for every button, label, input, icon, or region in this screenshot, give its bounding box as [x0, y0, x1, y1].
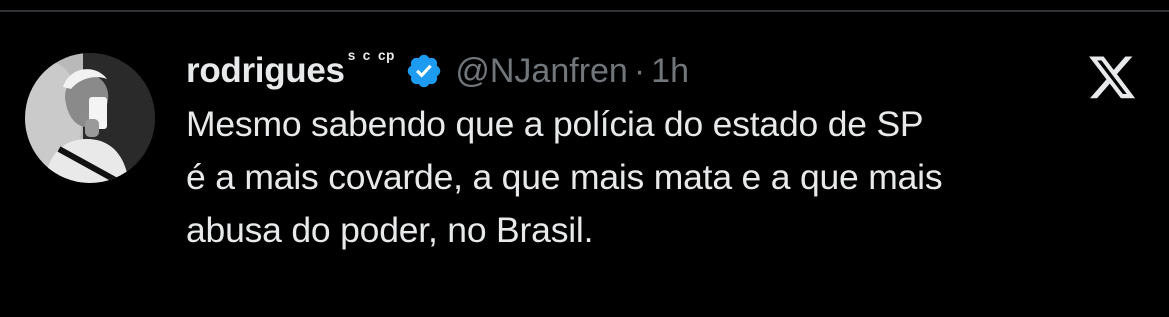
display-name[interactable]: rodrigues: [186, 51, 345, 91]
avatar[interactable]: [25, 53, 155, 183]
separator-dot: ·: [633, 51, 646, 90]
timestamp[interactable]: 1h: [651, 52, 689, 91]
tweet-header: rodrigues ˢ ᶜ ᶜᵖ @NJanfren · 1h: [186, 46, 689, 96]
avatar-photo: [25, 53, 155, 183]
tweet-card[interactable]: rodrigues ˢ ᶜ ᶜᵖ @NJanfren · 1h Mesmo sa…: [0, 12, 1169, 317]
x-logo-icon[interactable]: [1086, 56, 1138, 103]
user-handle[interactable]: @NJanfren: [455, 52, 627, 91]
verified-badge-icon[interactable]: [405, 52, 443, 90]
display-name-suffix: ˢ ᶜ ᶜᵖ: [347, 47, 396, 70]
tweet-text: Mesmo sabendo que a polícia do estado de…: [186, 104, 943, 250]
